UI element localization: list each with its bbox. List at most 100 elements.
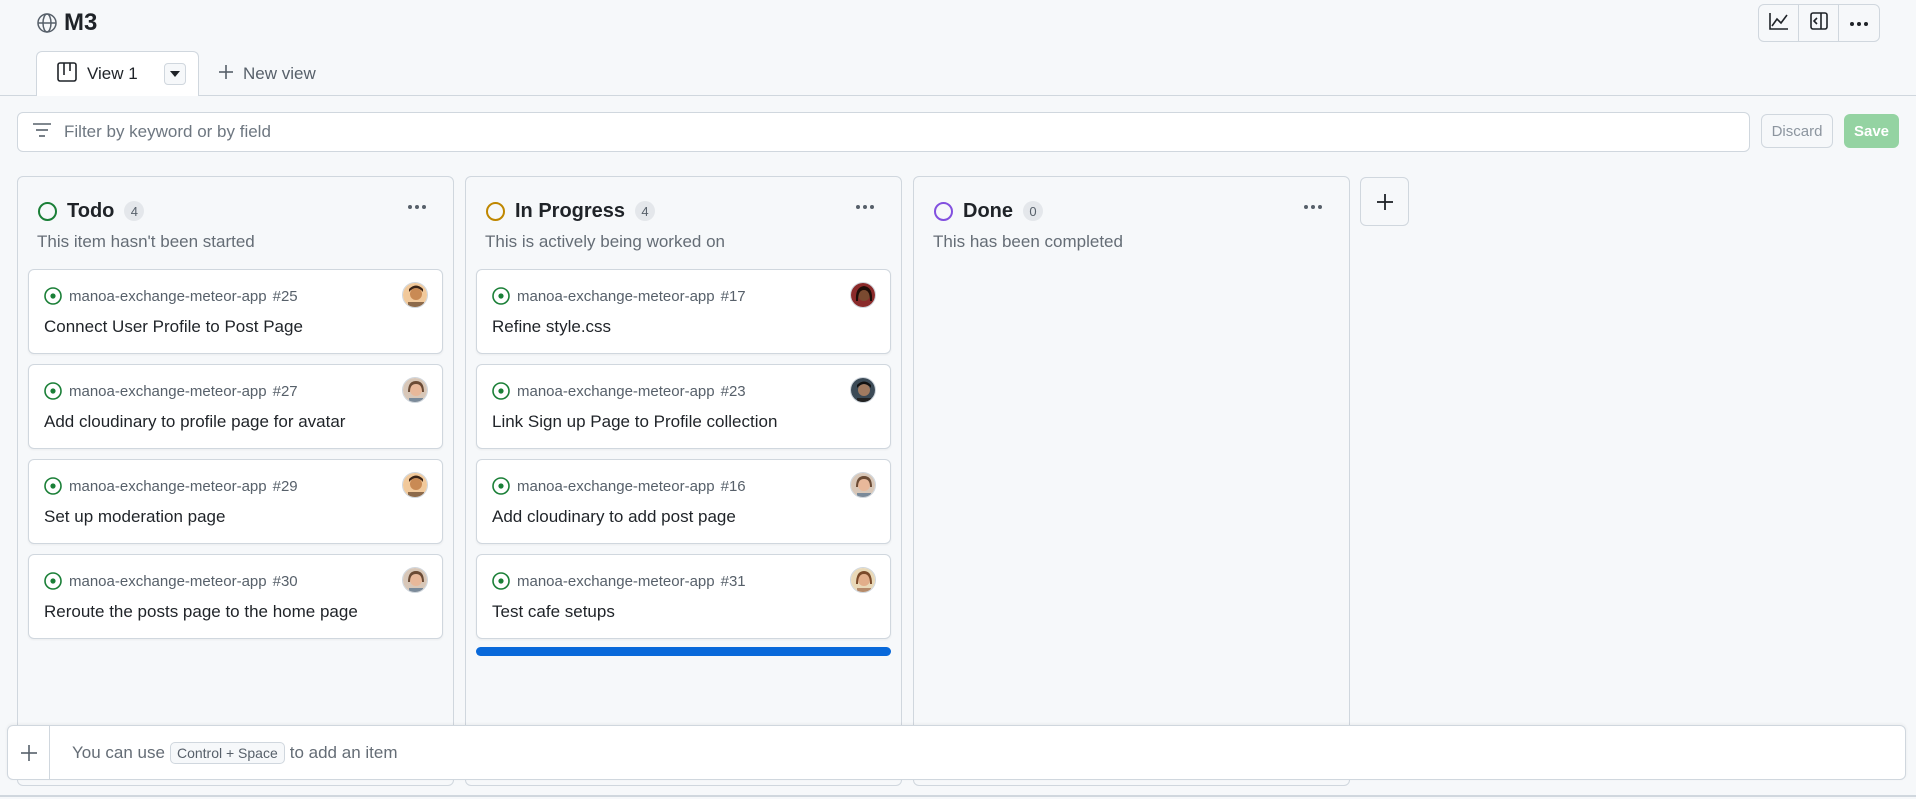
card-number: #16: [720, 477, 746, 495]
plus-icon: [1376, 193, 1393, 210]
tab-view-1[interactable]: View 1: [36, 51, 199, 96]
project-menu-button[interactable]: [1839, 5, 1879, 41]
add-item-button[interactable]: [8, 726, 50, 779]
board-icon: [57, 61, 77, 87]
card-title[interactable]: Reroute the posts page to the home page: [44, 602, 358, 622]
column-in-progress: In Progress 4 This is actively being wor…: [465, 176, 902, 786]
column-description: This has been completed: [933, 232, 1123, 251]
issue-card[interactable]: manoa-exchange-meteor-app #25 Connect Us…: [28, 269, 443, 354]
add-item-prefix: You can use: [72, 743, 165, 762]
chart-icon: [1768, 12, 1789, 35]
column-title: In Progress: [515, 199, 626, 222]
card-title[interactable]: Add cloudinary to add post page: [492, 507, 736, 527]
avatar[interactable]: [402, 282, 428, 308]
issue-card[interactable]: manoa-exchange-meteor-app #16 Add cloudi…: [476, 459, 891, 544]
view-tabs: View 1 New view: [36, 51, 336, 96]
card-repo: manoa-exchange-meteor-app: [517, 572, 715, 590]
column-count: 4: [635, 201, 656, 221]
add-column-button[interactable]: [1360, 177, 1409, 226]
avatar[interactable]: [850, 282, 876, 308]
status-circle-icon: [38, 201, 57, 221]
card-title[interactable]: Refine style.css: [492, 317, 611, 337]
card-meta: manoa-exchange-meteor-app #30: [43, 571, 298, 591]
card-title[interactable]: Connect User Profile to Post Page: [44, 317, 303, 337]
column-menu-button[interactable]: [403, 197, 431, 217]
card-repo: manoa-exchange-meteor-app: [517, 477, 715, 495]
card-number: #27: [272, 382, 298, 400]
column-header: In Progress 4: [486, 197, 656, 225]
project-title-text: M3: [64, 9, 98, 36]
discard-button[interactable]: Discard: [1761, 114, 1833, 148]
new-view-button[interactable]: New view: [199, 51, 336, 96]
card-meta: manoa-exchange-meteor-app #25: [43, 286, 298, 306]
card-number: #17: [720, 287, 746, 305]
column-count: 0: [1023, 201, 1043, 221]
issue-card[interactable]: manoa-exchange-meteor-app #29 Set up mod…: [28, 459, 443, 544]
avatar[interactable]: [402, 377, 428, 403]
column-menu-button[interactable]: [851, 197, 879, 217]
card-number: #29: [272, 477, 298, 495]
card-meta: manoa-exchange-meteor-app #29: [43, 476, 298, 496]
sidebar-icon: [1809, 11, 1828, 35]
card-number: #25: [272, 287, 298, 305]
add-item-bar[interactable]: You can use Control + Space to add an it…: [7, 725, 1906, 780]
issue-card[interactable]: manoa-exchange-meteor-app #17 Refine sty…: [476, 269, 891, 354]
card-repo: manoa-exchange-meteor-app: [517, 287, 715, 305]
status-circle-icon: [486, 201, 505, 221]
card-repo: manoa-exchange-meteor-app: [69, 477, 267, 495]
issue-card[interactable]: manoa-exchange-meteor-app #27 Add cloudi…: [28, 364, 443, 449]
avatar[interactable]: [402, 567, 428, 593]
card-number: #31: [720, 572, 746, 590]
filter-input[interactable]: [64, 122, 1664, 142]
column-header: Todo 4: [38, 197, 145, 225]
kebab-icon: [1304, 205, 1322, 209]
card-repo: manoa-exchange-meteor-app: [69, 287, 267, 305]
open-issue-icon: [43, 286, 63, 306]
insights-button[interactable]: [1759, 5, 1799, 41]
card-title[interactable]: Add cloudinary to profile page for avata…: [44, 412, 345, 432]
column-title: Done: [963, 199, 1013, 222]
card-title[interactable]: Link Sign up Page to Profile collection: [492, 412, 777, 432]
avatar[interactable]: [850, 567, 876, 593]
filter-field[interactable]: [17, 112, 1750, 152]
toggle-sidebar-button[interactable]: [1799, 5, 1839, 41]
avatar[interactable]: [850, 377, 876, 403]
avatar[interactable]: [402, 472, 428, 498]
card-meta: manoa-exchange-meteor-app #16: [491, 476, 746, 496]
open-issue-icon: [491, 381, 511, 401]
filter-row: Discard Save: [17, 112, 1899, 152]
open-issue-icon: [491, 286, 511, 306]
bottom-divider: [0, 795, 1916, 797]
open-issue-icon: [43, 476, 63, 496]
plus-icon: [20, 744, 37, 761]
card-title[interactable]: Test cafe setups: [492, 602, 615, 622]
card-meta: manoa-exchange-meteor-app #17: [491, 286, 746, 306]
view-options-button[interactable]: [164, 63, 186, 85]
plus-icon: [219, 64, 233, 84]
caret-down-icon: [170, 71, 180, 77]
kebab-icon: [408, 205, 426, 209]
project-title: M3: [36, 8, 97, 38]
card-repo: manoa-exchange-meteor-app: [69, 382, 267, 400]
tabs-divider: [0, 95, 1916, 96]
open-issue-icon: [491, 571, 511, 591]
card-meta: manoa-exchange-meteor-app #31: [491, 571, 746, 591]
issue-card[interactable]: manoa-exchange-meteor-app #30 Reroute th…: [28, 554, 443, 639]
column-header: Done 0: [934, 197, 1043, 225]
card-repo: manoa-exchange-meteor-app: [69, 572, 267, 590]
card-number: #30: [272, 572, 298, 590]
project-toolbar: [1758, 4, 1880, 42]
issue-card[interactable]: manoa-exchange-meteor-app #31 Test cafe …: [476, 554, 891, 639]
globe-icon: [36, 12, 58, 34]
project-header: M3 View 1 New view: [0, 0, 1916, 96]
open-issue-icon: [43, 571, 63, 591]
card-title[interactable]: Set up moderation page: [44, 507, 225, 527]
issue-card[interactable]: manoa-exchange-meteor-app #23 Link Sign …: [476, 364, 891, 449]
column-description: This item hasn't been started: [37, 232, 255, 251]
column-menu-button[interactable]: [1299, 197, 1327, 217]
drop-indicator: [476, 647, 891, 656]
tab-view-1-label: View 1: [87, 64, 138, 83]
save-button[interactable]: Save: [1844, 114, 1899, 148]
avatar[interactable]: [850, 472, 876, 498]
column-description: This is actively being worked on: [485, 232, 726, 251]
